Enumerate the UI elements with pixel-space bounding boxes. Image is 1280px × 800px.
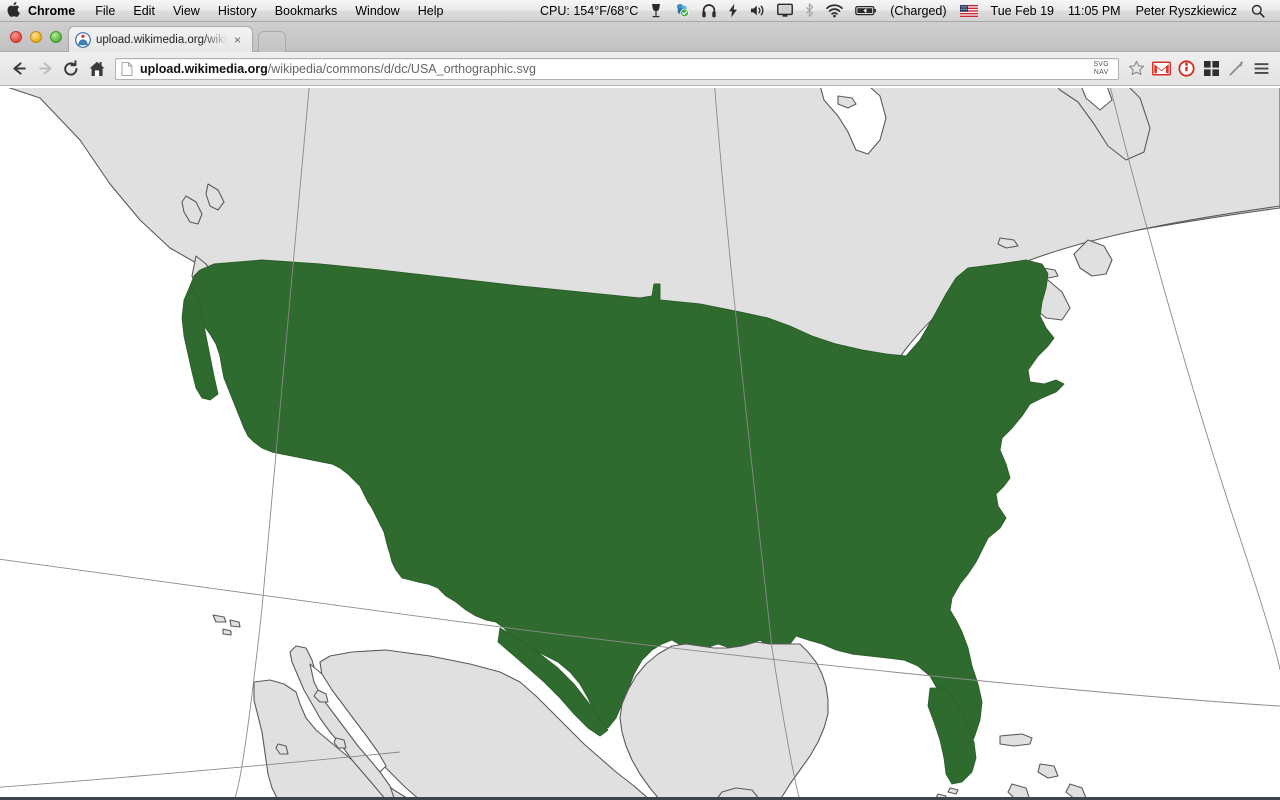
menu-history[interactable]: History: [209, 0, 266, 22]
close-window-button[interactable]: [10, 31, 22, 43]
wand-icon[interactable]: [1224, 56, 1249, 82]
menubar-username[interactable]: Peter Ryszkiewicz: [1128, 4, 1245, 18]
svgnav-line2: NAV: [1093, 68, 1109, 76]
tab-title: upload.wikimedia.org/wikip: [96, 33, 231, 46]
tab-close-icon[interactable]: ×: [234, 34, 246, 46]
star-icon[interactable]: [1124, 56, 1149, 82]
url-path: /wikipedia/commons/d/dc/USA_orthographic…: [267, 61, 536, 76]
flash-icon[interactable]: [722, 0, 744, 22]
tab-strip: upload.wikimedia.org/wikip ×: [0, 22, 1280, 52]
menubar-time[interactable]: 11:05 PM: [1061, 4, 1128, 18]
apple-menu-icon[interactable]: [0, 2, 26, 19]
bluetooth-icon[interactable]: [799, 0, 820, 22]
usa-orthographic-svg: [0, 88, 1280, 800]
home-button[interactable]: [84, 56, 110, 82]
macos-menu-bar: Chrome File Edit View History Bookmarks …: [0, 0, 1280, 22]
menu-file[interactable]: File: [86, 0, 124, 22]
volume-icon[interactable]: [744, 0, 771, 22]
hamburger-menu-icon[interactable]: [1249, 56, 1274, 82]
svgnav-extension-label[interactable]: SVG NAV: [1093, 61, 1113, 76]
menu-help[interactable]: Help: [409, 0, 453, 22]
browser-toolbar: upload.wikimedia.org/wikipedia/commons/d…: [0, 52, 1280, 86]
cpu-temperature-status[interactable]: CPU: 154°F/68°C: [534, 4, 644, 18]
battery-status-label: (Charged): [890, 3, 947, 18]
back-button[interactable]: [6, 56, 32, 82]
url-domain: upload.wikimedia.org: [140, 61, 268, 76]
adblock-icon[interactable]: [1174, 56, 1199, 82]
update-badge-icon[interactable]: [668, 0, 696, 22]
menubar-date[interactable]: Tue Feb 19: [984, 4, 1061, 18]
chrome-browser-window: upload.wikimedia.org/wikip × upload.wiki…: [0, 22, 1280, 800]
menu-window[interactable]: Window: [346, 0, 408, 22]
new-tab-button[interactable]: [258, 31, 286, 52]
document-icon: [121, 61, 133, 76]
menu-app-name[interactable]: Chrome: [26, 0, 86, 22]
menu-edit[interactable]: Edit: [124, 0, 164, 22]
svgnav-line1: SVG: [1093, 61, 1109, 68]
forward-button[interactable]: [32, 56, 58, 82]
headphones-icon[interactable]: [696, 0, 722, 22]
page-content-map: [0, 88, 1280, 800]
battery-icon[interactable]: [849, 0, 883, 22]
menu-view[interactable]: View: [164, 0, 209, 22]
browser-tab-active[interactable]: upload.wikimedia.org/wikip ×: [68, 26, 253, 52]
wine-glass-icon[interactable]: [644, 0, 668, 22]
wikimedia-favicon: [75, 31, 91, 48]
address-bar-url: upload.wikimedia.org/wikipedia/commons/d…: [140, 62, 1093, 76]
address-bar[interactable]: upload.wikimedia.org/wikipedia/commons/d…: [115, 57, 1119, 80]
zoom-window-button[interactable]: [50, 31, 62, 43]
gmail-icon[interactable]: [1149, 56, 1174, 82]
menu-bookmarks[interactable]: Bookmarks: [266, 0, 347, 22]
grid-icon[interactable]: [1199, 56, 1224, 82]
spotlight-search-icon[interactable]: [1245, 4, 1273, 18]
us-flag-icon[interactable]: [954, 0, 984, 22]
reload-button[interactable]: [58, 56, 84, 82]
minimize-window-button[interactable]: [30, 31, 42, 43]
wifi-icon[interactable]: [820, 0, 849, 22]
window-traffic-lights: [10, 31, 62, 43]
display-icon[interactable]: [771, 0, 799, 22]
